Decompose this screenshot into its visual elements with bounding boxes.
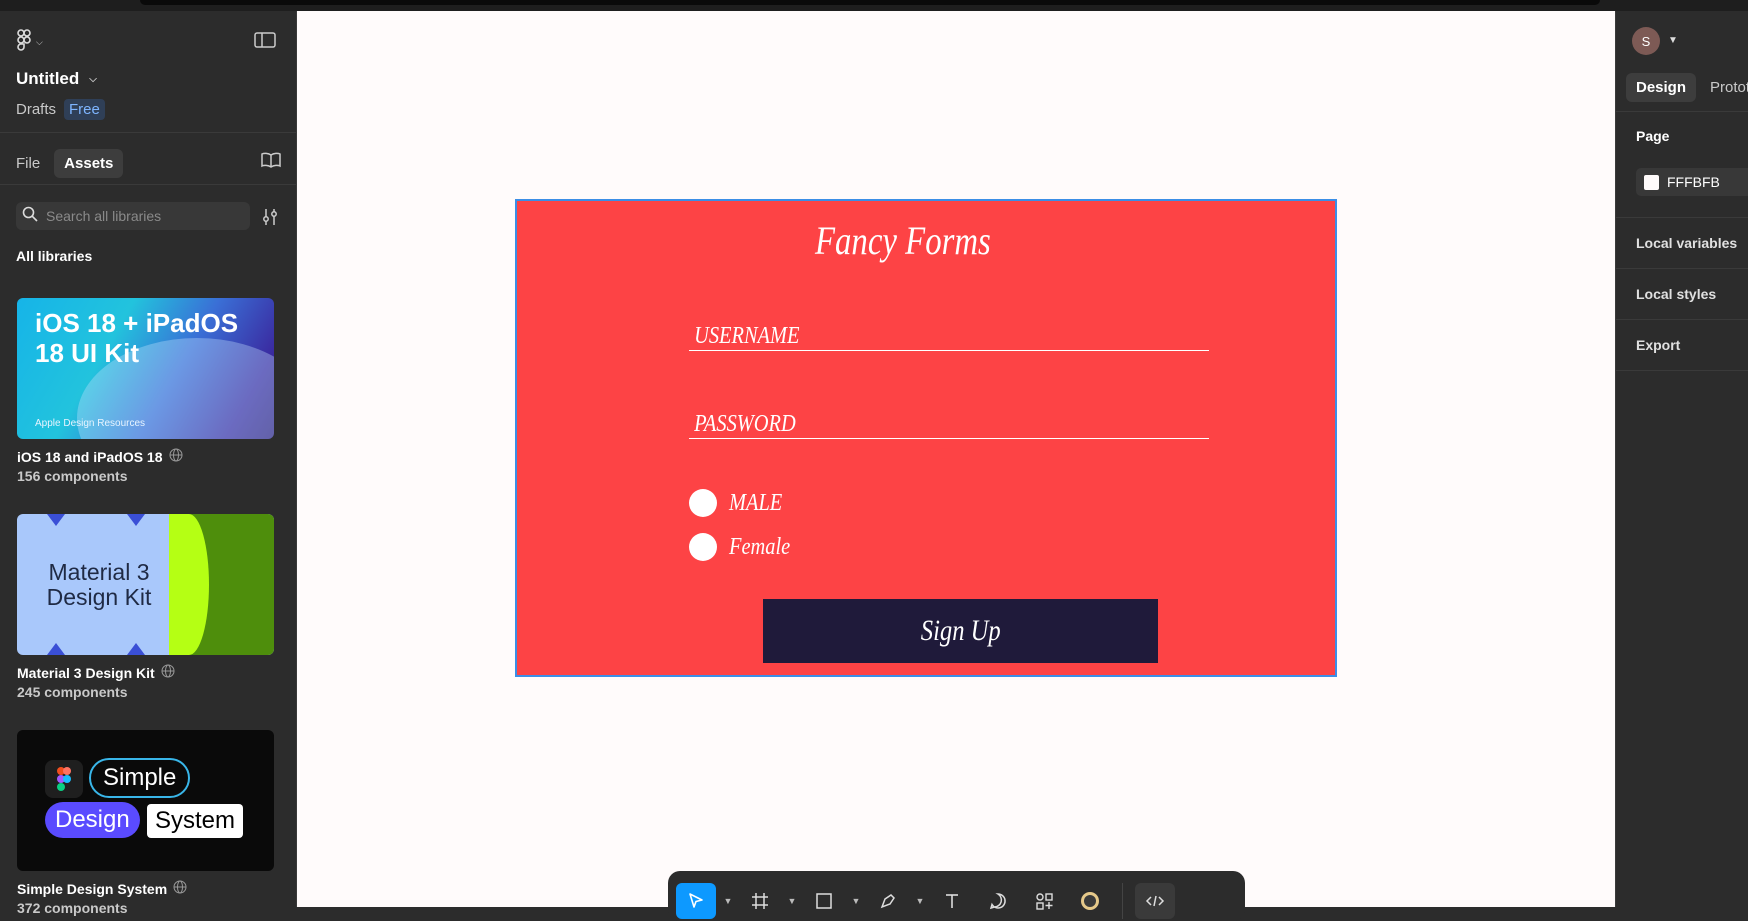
thumb-triangle — [47, 643, 65, 655]
library-name[interactable]: Simple Design System — [17, 880, 187, 897]
thumb-footer: Apple Design Resources — [35, 418, 146, 429]
thumb-title: Material 3 Design Kit — [46, 559, 152, 610]
right-tabs: Design Protot — [1626, 73, 1748, 102]
globe-icon — [161, 664, 175, 681]
search-input[interactable] — [44, 207, 238, 225]
bottom-toolbar: ▼ ▼ ▼ ▼ — [668, 871, 1245, 921]
library-name[interactable]: iOS 18 and iPadOS 18 — [17, 448, 183, 465]
tab-design[interactable]: Design — [1626, 73, 1697, 102]
gender-option-female[interactable]: Female — [689, 533, 801, 561]
library-thumb-material[interactable]: Material 3 Design Kit — [17, 514, 274, 655]
globe-icon — [169, 448, 183, 465]
pen-icon[interactable] — [868, 883, 908, 919]
library-name[interactable]: Material 3 Design Kit — [17, 664, 175, 681]
all-libraries-heading: All libraries — [16, 248, 93, 264]
radio-button[interactable] — [689, 533, 717, 561]
local-styles-section[interactable]: Local styles — [1636, 286, 1716, 302]
chevron-down-icon[interactable]: ▼ — [722, 883, 734, 919]
color-swatch[interactable] — [1644, 174, 1659, 190]
text-icon[interactable] — [932, 883, 972, 919]
library-count: 156 components — [17, 468, 128, 484]
radio-button[interactable] — [689, 489, 717, 517]
file-title-row[interactable]: Untitled ⌵ — [16, 69, 97, 89]
sidebar-toggle-icon[interactable] — [254, 31, 276, 51]
avatar[interactable]: S — [1632, 27, 1660, 55]
window-top-bar — [0, 0, 1748, 11]
chevron-down-icon: ⌵ — [89, 73, 97, 85]
globe-icon — [173, 880, 187, 897]
figma-logo-icon — [16, 28, 32, 56]
password-field[interactable]: PASSWORD — [689, 411, 1209, 439]
sign-up-button[interactable]: Sign Up — [763, 599, 1158, 663]
library-book-icon[interactable] — [260, 151, 282, 169]
library-count: 245 components — [17, 684, 128, 700]
chevron-down-icon[interactable]: ▼ — [1668, 35, 1678, 46]
library-name-text: iOS 18 and iPadOS 18 — [17, 448, 163, 465]
file-title: Untitled — [16, 69, 80, 88]
divider — [0, 132, 296, 133]
tab-assets[interactable]: Assets — [54, 149, 124, 178]
chevron-down-icon: ⌵ — [36, 36, 43, 47]
frame-icon[interactable] — [740, 883, 780, 919]
drafts-link[interactable]: Drafts — [16, 101, 56, 118]
page-color-value: FFFBFB — [1667, 174, 1720, 190]
library-thumb-simple-design[interactable]: Simple Design System — [17, 730, 274, 871]
divider — [1616, 111, 1748, 112]
plan-badge[interactable]: Free — [64, 99, 105, 120]
main-menu-button[interactable]: ⌵ — [16, 28, 56, 56]
window-top-strip — [140, 0, 1600, 5]
design-canvas[interactable]: Fancy Forms USERNAME PASSWORD MALE Femal… — [297, 11, 1615, 921]
library-search — [16, 202, 250, 230]
thumb-word-design: Design — [45, 802, 140, 838]
page-color-field[interactable]: FFFBFB — [1636, 168, 1748, 196]
thumb-word-simple: Simple — [89, 758, 191, 798]
divider — [1616, 217, 1748, 218]
search-icon — [22, 206, 38, 227]
thumb-triangle — [127, 514, 145, 526]
sign-up-label: Sign Up — [920, 614, 1001, 647]
library-count: 372 components — [17, 900, 128, 916]
local-variables-section[interactable]: Local variables — [1636, 235, 1737, 251]
thumb-triangle — [127, 643, 145, 655]
divider — [1616, 268, 1748, 269]
divider — [1616, 319, 1748, 320]
thumb-title: iOS 18 + iPadOS 18 UI Kit — [35, 308, 239, 368]
password-placeholder: PASSWORD — [694, 411, 796, 437]
thumb-word-system: System — [147, 804, 244, 838]
page-heading: Page — [1636, 128, 1670, 144]
rectangle-icon[interactable] — [804, 883, 844, 919]
radio-label: Female — [729, 533, 791, 560]
right-panel: S ▼ Design Protot Page FFFBFB Local vari… — [1615, 11, 1748, 907]
thumb-lime-shape — [169, 514, 209, 655]
library-thumb-ios[interactable]: iOS 18 + iPadOS 18 UI Kit Apple Design R… — [17, 298, 274, 439]
actions-icon[interactable] — [1024, 883, 1064, 919]
filter-icon[interactable] — [260, 207, 280, 227]
divider — [0, 184, 296, 185]
radio-label: MALE — [729, 489, 783, 516]
library-name-text: Material 3 Design Kit — [17, 664, 155, 681]
chevron-down-icon[interactable]: ▼ — [850, 883, 862, 919]
thumb-triangle — [47, 514, 65, 526]
chevron-down-icon[interactable]: ▼ — [914, 883, 926, 919]
username-placeholder: USERNAME — [694, 323, 800, 349]
divider — [1616, 370, 1748, 371]
left-tabs: File Assets — [16, 149, 124, 178]
tab-prototype[interactable]: Protot — [1704, 73, 1748, 102]
export-section[interactable]: Export — [1636, 337, 1680, 353]
gender-option-male[interactable]: MALE — [689, 489, 792, 517]
library-name-text: Simple Design System — [17, 880, 168, 897]
move-icon[interactable] — [676, 883, 716, 919]
figma-logo-icon — [45, 760, 83, 798]
username-field[interactable]: USERNAME — [689, 323, 1209, 351]
tab-file[interactable]: File — [16, 155, 40, 172]
form-title: Fancy Forms — [815, 218, 991, 263]
left-sidebar: ⌵ Untitled ⌵ Drafts Free File Assets All… — [0, 11, 297, 916]
comment-icon[interactable] — [978, 883, 1018, 919]
chevron-down-icon[interactable]: ▼ — [786, 883, 798, 919]
file-location-row: Drafts Free — [16, 99, 105, 120]
ai-icon[interactable] — [1070, 883, 1110, 919]
toolbar-separator — [1122, 883, 1123, 919]
dev-mode-icon[interactable] — [1135, 883, 1175, 919]
fancy-forms-frame[interactable]: Fancy Forms USERNAME PASSWORD MALE Femal… — [515, 199, 1337, 677]
